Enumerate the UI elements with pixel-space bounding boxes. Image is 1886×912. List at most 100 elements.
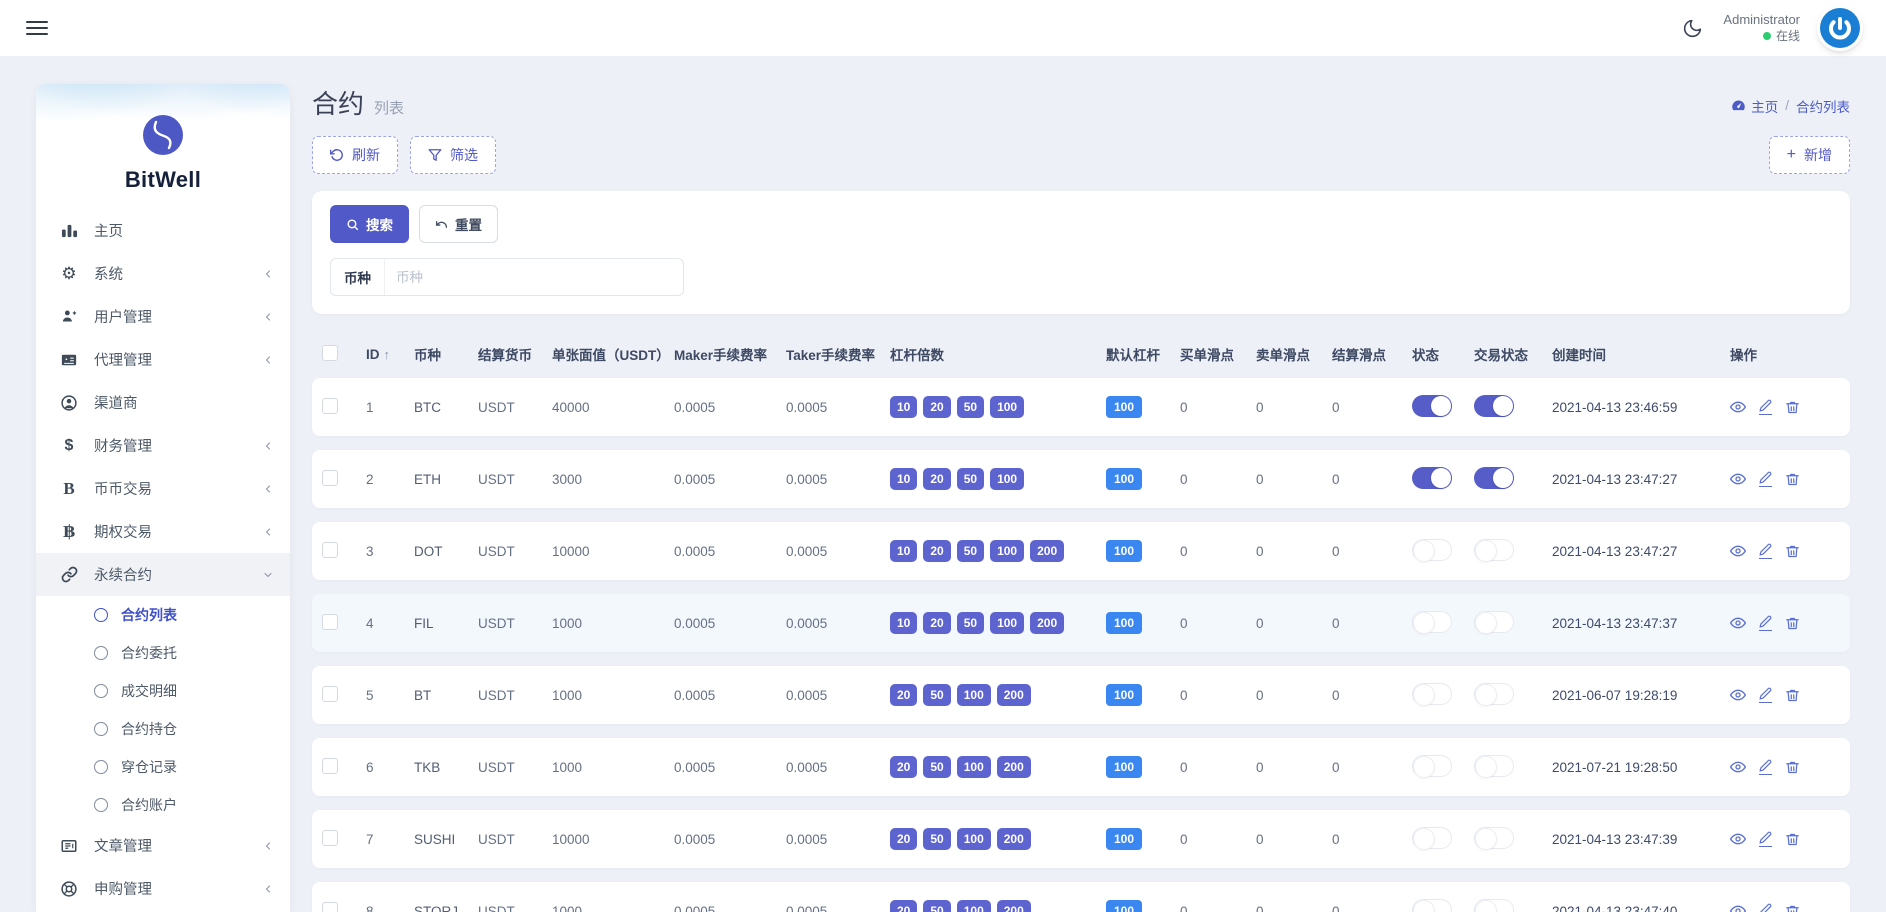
- sidebar-item-agent-management[interactable]: 代理管理: [36, 338, 290, 381]
- view-icon[interactable]: [1730, 615, 1746, 631]
- edit-icon[interactable]: [1759, 543, 1772, 559]
- delete-icon[interactable]: [1785, 472, 1800, 487]
- status-toggle[interactable]: [1412, 826, 1452, 850]
- delete-icon[interactable]: [1785, 400, 1800, 415]
- select-all-checkbox[interactable]: [322, 344, 338, 361]
- filter-button[interactable]: 筛选: [410, 136, 496, 174]
- delete-icon[interactable]: [1785, 616, 1800, 631]
- sidebar-item-channel[interactable]: 渠道商: [36, 381, 290, 424]
- default-leverage-badge: 100: [1106, 684, 1143, 706]
- row-checkbox[interactable]: [322, 685, 338, 702]
- cell-leverages: 20 50 100 200: [890, 828, 1106, 850]
- row-checkbox[interactable]: [322, 829, 338, 846]
- hamburger-menu-icon[interactable]: [26, 21, 48, 35]
- row-checkbox[interactable]: [322, 757, 338, 774]
- sidebar-item-spot-trading[interactable]: B 币币交易: [36, 467, 290, 510]
- moon-icon[interactable]: [1682, 18, 1703, 39]
- coin-search-input[interactable]: [385, 259, 683, 295]
- cell-id: 7: [366, 831, 374, 847]
- view-icon[interactable]: [1730, 687, 1746, 703]
- delete-icon[interactable]: [1785, 688, 1800, 703]
- view-icon[interactable]: [1730, 399, 1746, 415]
- status-toggle[interactable]: [1412, 538, 1452, 562]
- edit-icon[interactable]: [1759, 759, 1772, 775]
- sidebar-item-system[interactable]: ⚙ 系统: [36, 252, 290, 295]
- delete-icon[interactable]: [1785, 904, 1800, 912]
- sidebar: BitWell 主页 ⚙ 系统 用户管理 代理管理 渠道商 $ 财务管理 B 币…: [36, 84, 290, 912]
- sidebar-item-label: 代理管理: [94, 353, 152, 369]
- status-toggle[interactable]: [1412, 682, 1452, 706]
- delete-icon[interactable]: [1785, 544, 1800, 559]
- brand-logo-icon: [142, 114, 184, 161]
- delete-icon[interactable]: [1785, 832, 1800, 847]
- edit-icon[interactable]: [1759, 471, 1772, 487]
- chevron-left-icon: [262, 268, 274, 280]
- row-checkbox[interactable]: [322, 613, 338, 630]
- topbar: Administrator 在线: [0, 0, 1886, 56]
- trading-status-toggle[interactable]: [1474, 754, 1514, 778]
- sidebar-subitem-contract-positions[interactable]: 合约持仓: [36, 710, 290, 748]
- trading-status-toggle[interactable]: [1474, 466, 1514, 489]
- trading-status-toggle[interactable]: [1474, 898, 1514, 912]
- status-toggle[interactable]: [1412, 466, 1452, 489]
- edit-icon[interactable]: [1759, 615, 1772, 631]
- view-icon[interactable]: [1730, 471, 1746, 487]
- trading-status-toggle[interactable]: [1474, 610, 1514, 634]
- view-icon[interactable]: [1730, 759, 1746, 775]
- sidebar-subitem-contract-orders[interactable]: 合约委托: [36, 634, 290, 672]
- view-icon[interactable]: [1730, 831, 1746, 847]
- radio-circle-icon: [94, 684, 108, 698]
- row-checkbox[interactable]: [322, 901, 338, 912]
- row-actions: [1730, 399, 1816, 415]
- col-header-taker-fee: Taker手续费率: [786, 348, 876, 363]
- add-button[interactable]: + 新增: [1768, 136, 1850, 174]
- reset-button[interactable]: 重置: [419, 205, 498, 243]
- view-icon[interactable]: [1730, 903, 1746, 912]
- sidebar-nav: 主页 ⚙ 系统 用户管理 代理管理 渠道商 $ 财务管理 B 币币交易 ฿ 期权…: [36, 209, 290, 912]
- sidebar-subitem-contract-accounts[interactable]: 合约账户: [36, 786, 290, 824]
- edit-icon[interactable]: [1759, 903, 1772, 912]
- sidebar-subitem-liquidation-records[interactable]: 穿仓记录: [36, 748, 290, 786]
- status-toggle[interactable]: [1412, 610, 1452, 634]
- sidebar-item-article-management[interactable]: 文章管理: [36, 824, 290, 867]
- row-checkbox[interactable]: [322, 469, 338, 486]
- delete-icon[interactable]: [1785, 760, 1800, 775]
- status-toggle[interactable]: [1412, 898, 1452, 912]
- trading-status-toggle[interactable]: [1474, 682, 1514, 706]
- trading-status-toggle[interactable]: [1474, 394, 1514, 417]
- leverage-badge: 50: [923, 756, 951, 778]
- sidebar-item-options-trading[interactable]: ฿ 期权交易: [36, 510, 290, 553]
- view-icon[interactable]: [1730, 543, 1746, 559]
- cell-coin: BTC: [414, 399, 441, 415]
- radio-circle-icon: [94, 798, 108, 812]
- search-button[interactable]: 搜索: [330, 205, 409, 243]
- sidebar-item-perpetual-contract[interactable]: 永续合约: [36, 553, 290, 596]
- row-checkbox[interactable]: [322, 541, 338, 558]
- sidebar-subitem-label: 穿仓记录: [121, 759, 177, 775]
- leverage-badge: 100: [956, 900, 991, 912]
- sidebar-subitem-trade-details[interactable]: 成交明细: [36, 672, 290, 710]
- default-leverage-badge: 100: [1106, 540, 1143, 562]
- status-toggle[interactable]: [1412, 754, 1452, 778]
- edit-icon[interactable]: [1759, 831, 1772, 847]
- breadcrumb-home-link[interactable]: 主页: [1731, 96, 1778, 116]
- status-toggle[interactable]: [1412, 394, 1452, 417]
- sidebar-item-home[interactable]: 主页: [36, 209, 290, 252]
- row-checkbox[interactable]: [322, 397, 338, 414]
- avatar[interactable]: [1820, 8, 1860, 48]
- sidebar-item-subscription-management[interactable]: 申购管理: [36, 867, 290, 910]
- leverage-badge: 50: [956, 468, 985, 490]
- sidebar-subitem-contract-list[interactable]: 合约列表: [36, 596, 290, 634]
- leverage-badge: 20: [923, 396, 951, 418]
- cell-sell-slippage: 0: [1256, 471, 1264, 487]
- col-header-id[interactable]: ID ↑: [366, 347, 414, 362]
- refresh-button[interactable]: 刷新: [312, 136, 398, 174]
- sidebar-item-finance[interactable]: $ 财务管理: [36, 424, 290, 467]
- sidebar-item-user-management[interactable]: 用户管理: [36, 295, 290, 338]
- trading-status-toggle[interactable]: [1474, 538, 1514, 562]
- edit-icon[interactable]: [1759, 687, 1772, 703]
- edit-icon[interactable]: [1759, 399, 1772, 415]
- row-actions: [1730, 759, 1816, 775]
- cell-leverages: 10 20 50 100 200: [890, 540, 1106, 562]
- trading-status-toggle[interactable]: [1474, 826, 1514, 850]
